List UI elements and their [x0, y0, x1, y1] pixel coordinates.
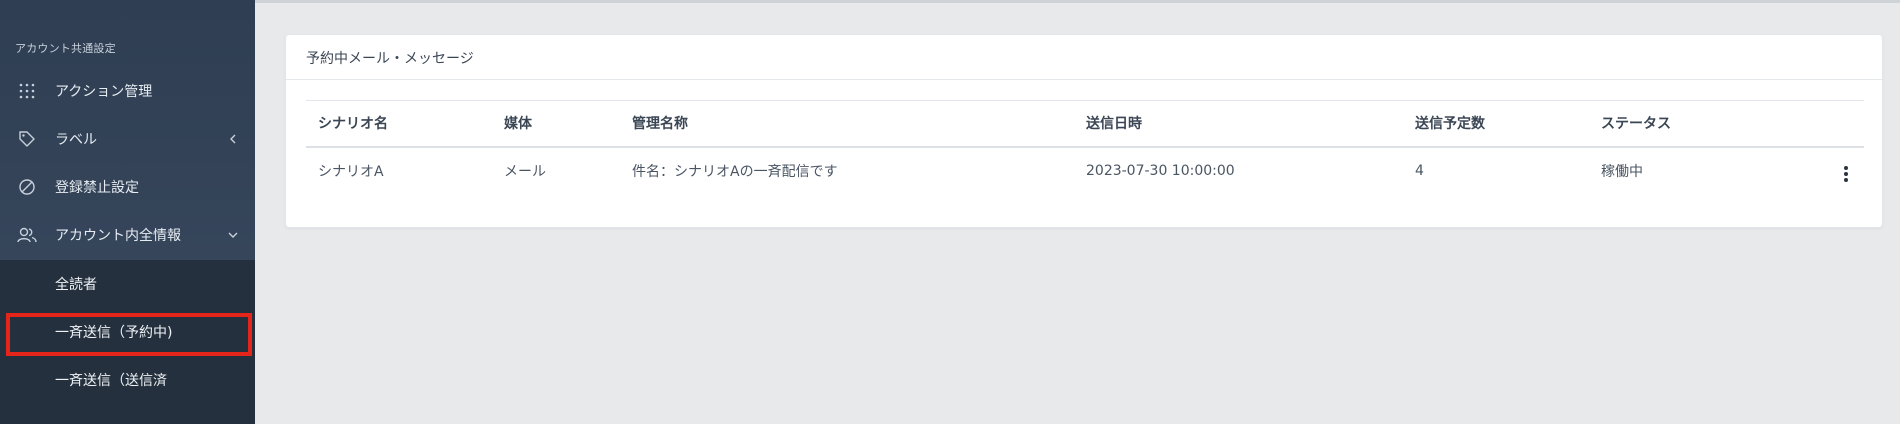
scheduled-messages-card: 予約中メール・メッセージ シナリオ名 媒体 管理名称 送信日時 送信予定数 ステ…: [285, 34, 1883, 228]
sidebar-section-title: アカウント共通設定: [15, 42, 116, 55]
sidebar-item-label: アクション管理: [55, 84, 153, 100]
cell-actions: [1814, 147, 1864, 195]
sidebar-item-label: 登録禁止設定: [55, 180, 139, 196]
sidebar-subitem-broadcast-sent[interactable]: 一斉送信（送信済: [0, 356, 255, 404]
column-header-scenario[interactable]: シナリオ名: [306, 100, 492, 148]
users-icon: [17, 225, 37, 245]
column-header-name[interactable]: 管理名称: [620, 100, 1074, 148]
sidebar-subitem-label: 全読者: [55, 277, 97, 293]
sidebar-subitem-label: 一斉送信（予約中): [55, 325, 173, 341]
cell-media: メール: [504, 164, 546, 180]
sidebar-item-label-settings[interactable]: ラベル: [0, 115, 255, 163]
prohibited-icon: [17, 177, 37, 197]
cell-datetime: 2023-07-30 10:00:00: [1086, 163, 1235, 179]
chevron-down-icon: [227, 229, 239, 241]
cell-scenario: シナリオA: [318, 164, 384, 180]
column-header-count[interactable]: 送信予定数: [1403, 100, 1589, 148]
top-divider: [255, 0, 1900, 3]
tag-icon: [17, 129, 37, 149]
kebab-menu-icon[interactable]: [1838, 164, 1854, 184]
column-header-status[interactable]: ステータス: [1589, 100, 1814, 148]
sidebar-subitem-broadcast-scheduled[interactable]: 一斉送信（予約中): [0, 308, 255, 356]
sidebar-item-account-info[interactable]: アカウント内全情報: [0, 211, 255, 259]
sidebar-item-action-management[interactable]: アクション管理: [0, 67, 255, 115]
column-header-media[interactable]: 媒体: [492, 100, 620, 148]
sidebar-subitem-all-readers[interactable]: 全読者: [0, 260, 255, 308]
table-header-row: シナリオ名 媒体 管理名称 送信日時 送信予定数 ステータス: [306, 100, 1864, 148]
column-header-datetime[interactable]: 送信日時: [1074, 100, 1403, 148]
chevron-left-icon: [227, 133, 239, 145]
sidebar-item-label: ラベル: [55, 132, 97, 148]
scheduled-messages-table: シナリオ名 媒体 管理名称 送信日時 送信予定数 ステータス シナリオA メール…: [306, 100, 1864, 195]
cell-name: 件名：シナリオAの一斉配信です: [632, 164, 838, 180]
cell-count: 4: [1415, 163, 1424, 179]
column-header-actions: [1814, 100, 1864, 148]
card-title: 予約中メール・メッセージ: [306, 51, 474, 67]
card-header: 予約中メール・メッセージ: [286, 35, 1882, 80]
table-row: シナリオA メール 件名：シナリオAの一斉配信です 2023-07-30 10:…: [306, 147, 1864, 195]
account-info-submenu: 全読者 一斉送信（予約中) 一斉送信（送信済: [0, 260, 255, 424]
sidebar-item-label: アカウント内全情報: [55, 228, 181, 244]
grid-dots-icon: [17, 81, 37, 101]
sidebar: アカウント共通設定 アクション管理 ラベル 登録禁止設定 アカウント内全情報 全…: [0, 0, 255, 424]
cell-status: 稼働中: [1601, 164, 1643, 180]
sidebar-subitem-label: 一斉送信（送信済: [55, 373, 167, 389]
sidebar-item-registration-block[interactable]: 登録禁止設定: [0, 163, 255, 211]
